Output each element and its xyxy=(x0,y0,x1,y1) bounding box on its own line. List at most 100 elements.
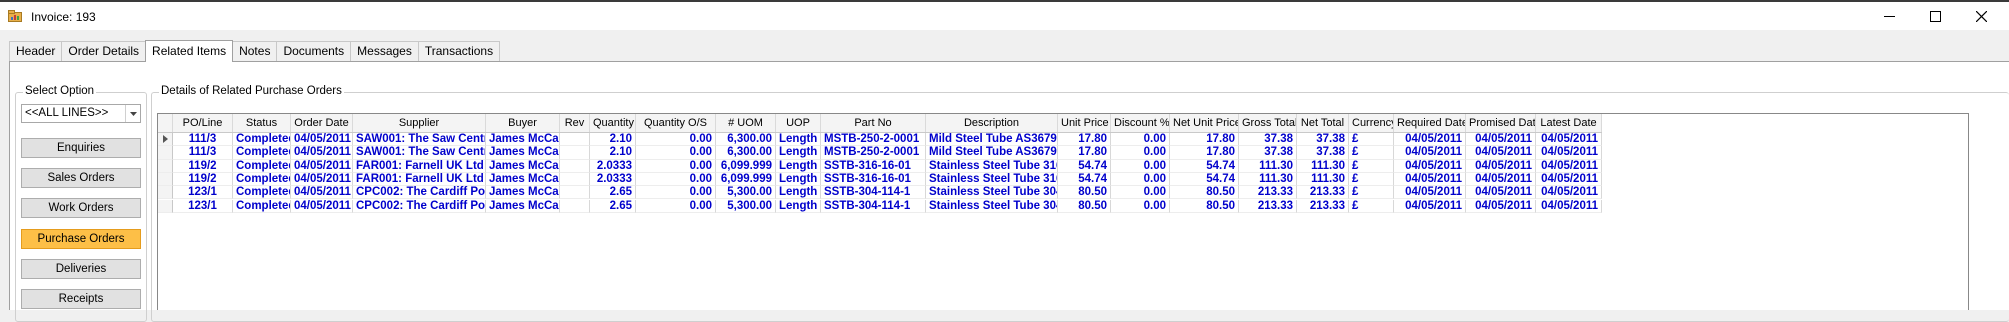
sales-orders-button[interactable]: Sales Orders xyxy=(21,168,141,188)
close-icon xyxy=(1975,10,1987,22)
col-buyer-cell: James McCaig xyxy=(486,159,560,173)
col-uom-count-cell: 5,300.00 xyxy=(716,186,776,200)
col-uop-cell: Length xyxy=(776,133,821,147)
col-unit-price-cell: 80.50 xyxy=(1058,199,1111,213)
minimize-button[interactable] xyxy=(1866,2,1912,30)
purchase-orders-button[interactable]: Purchase Orders xyxy=(21,229,141,249)
col-promised-date-header[interactable]: Promised Date xyxy=(1466,114,1536,132)
col-net-unit-price-cell: 54.74 xyxy=(1170,159,1239,173)
col-status-cell: Completed xyxy=(233,146,291,160)
tab-related-items[interactable]: Related Items xyxy=(145,40,234,62)
col-gross-total-header[interactable]: Gross Total xyxy=(1239,114,1297,132)
row-selector[interactable] xyxy=(158,146,173,160)
row-selector[interactable] xyxy=(158,199,173,213)
work-orders-button[interactable]: Work Orders xyxy=(21,198,141,218)
col-required-date-cell: 04/05/2011 xyxy=(1394,199,1466,213)
col-buyer-cell: James McCaig xyxy=(486,186,560,200)
col-description-cell: Mild Steel Tube AS3679 /... xyxy=(926,146,1058,160)
tab-notes[interactable]: Notes xyxy=(232,41,278,61)
col-discount-cell: 0.00 xyxy=(1111,172,1170,187)
col-quantity-os-cell: 0.00 xyxy=(636,133,716,147)
table-row[interactable]: 119/2 Completed 04/05/2011 FAR001: Farnell … xyxy=(158,172,1602,187)
col-uop-cell: Length xyxy=(776,199,821,213)
col-uop-cell: Length xyxy=(776,159,821,173)
table-row[interactable]: 123/1 Completed 04/05/2011 CPC002: The Card… xyxy=(158,186,1602,200)
col-rev-cell xyxy=(560,146,590,160)
col-status-cell: Completed xyxy=(233,159,291,173)
line-filter-combo[interactable]: <<ALL LINES>> xyxy=(21,104,141,123)
tab-strip: Header Order Details Related Items Notes… xyxy=(9,40,501,62)
col-status-cell: Completed xyxy=(233,199,291,213)
row-selector[interactable] xyxy=(158,172,173,187)
tab-order-details[interactable]: Order Details xyxy=(61,41,147,61)
col-discount-cell: 0.00 xyxy=(1111,159,1170,173)
window-title: Invoice: 193 xyxy=(31,10,96,24)
col-net-total-cell: 111.30 xyxy=(1297,172,1349,187)
col-uom-count-cell: 6,300.00 xyxy=(716,133,776,147)
table-row[interactable]: 123/1 Completed 04/05/2011 CPC002: The Card… xyxy=(158,199,1602,213)
col-net-unit-price-cell: 80.50 xyxy=(1170,186,1239,200)
col-uop-header[interactable]: UOP xyxy=(776,114,821,132)
col-net-unit-price-header[interactable]: Net Unit Price xyxy=(1170,114,1239,132)
col-status-header[interactable]: Status xyxy=(233,114,291,132)
col-quantity-cell: 2.10 xyxy=(590,146,636,160)
col-status-cell: Completed xyxy=(233,133,291,147)
close-button[interactable] xyxy=(1958,2,2004,30)
col-currency-header[interactable]: Currency xyxy=(1349,114,1394,132)
col-unit-price-header[interactable]: Unit Price xyxy=(1058,114,1111,132)
table-row[interactable]: 111/3 Completed 04/05/2011 SAW001: The Saw … xyxy=(158,133,1602,147)
enquiries-button[interactable]: Enquiries xyxy=(21,138,141,158)
col-supplier-cell: FAR001: Farnell UK Ltd xyxy=(353,159,486,173)
tab-messages[interactable]: Messages xyxy=(350,41,419,61)
col-discount-header[interactable]: Discount % xyxy=(1111,114,1170,132)
col-po-line-header[interactable]: PO/Line xyxy=(173,114,233,132)
col-net-total-header[interactable]: Net Total xyxy=(1297,114,1349,132)
col-latest-date-header[interactable]: Latest Date xyxy=(1536,114,1602,132)
col-po-line-cell: 111/3 xyxy=(173,146,233,160)
tab-documents[interactable]: Documents xyxy=(276,41,352,61)
maximize-button[interactable] xyxy=(1912,2,1958,30)
col-net-total-cell: 37.38 xyxy=(1297,146,1349,160)
col-unit-price-cell: 80.50 xyxy=(1058,186,1111,200)
table-row[interactable]: 111/3 Completed 04/05/2011 SAW001: The Saw … xyxy=(158,146,1602,160)
tab-header[interactable]: Header xyxy=(9,41,63,61)
col-latest-date-cell: 04/05/2011 xyxy=(1536,186,1602,200)
col-uop-cell: Length xyxy=(776,172,821,187)
col-supplier-header[interactable]: Supplier xyxy=(353,114,486,132)
col-required-date-cell: 04/05/2011 xyxy=(1394,133,1466,147)
row-selector[interactable] xyxy=(158,133,173,147)
purchase-orders-grid[interactable]: PO/Line Status Order Date Supplier Buyer Rev Q… xyxy=(157,113,1969,310)
col-promised-date-cell: 04/05/2011 xyxy=(1466,146,1536,160)
col-currency-cell: £ xyxy=(1349,146,1394,160)
col-uop-cell: Length xyxy=(776,146,821,160)
col-quantity-header[interactable]: Quantity xyxy=(590,114,636,132)
col-quantity-os-header[interactable]: Quantity O/S xyxy=(636,114,716,132)
maximize-icon xyxy=(1929,10,1941,22)
col-order-date-cell: 04/05/2011 xyxy=(291,133,353,147)
col-net-total-cell: 213.33 xyxy=(1297,186,1349,200)
row-selector[interactable] xyxy=(158,159,173,173)
col-order-date-header[interactable]: Order Date xyxy=(291,114,353,132)
receipts-button[interactable]: Receipts xyxy=(21,289,141,309)
col-order-date-cell: 04/05/2011 xyxy=(291,199,353,213)
col-promised-date-cell: 04/05/2011 xyxy=(1466,199,1536,213)
col-currency-cell: £ xyxy=(1349,159,1394,173)
col-po-line-cell: 119/2 xyxy=(173,172,233,187)
table-row[interactable]: 119/2 Completed 04/05/2011 FAR001: Farnell … xyxy=(158,159,1602,173)
deliveries-button[interactable]: Deliveries xyxy=(21,259,141,279)
chevron-down-icon[interactable] xyxy=(125,105,140,122)
col-description-header[interactable]: Description xyxy=(926,114,1058,132)
col-part-no-cell: SSTB-304-114-1 xyxy=(821,186,926,200)
col-discount-cell: 0.00 xyxy=(1111,146,1170,160)
col-part-no-cell: SSTB-304-114-1 xyxy=(821,199,926,213)
row-selector[interactable] xyxy=(158,186,173,200)
col-part-no-cell: SSTB-316-16-01 xyxy=(821,159,926,173)
col-rev-header[interactable]: Rev xyxy=(560,114,590,132)
tab-transactions[interactable]: Transactions xyxy=(417,41,501,61)
col-uom-count-cell: 6,099.999 xyxy=(716,172,776,187)
col-part-no-header[interactable]: Part No xyxy=(821,114,926,132)
col-net-unit-price-cell: 80.50 xyxy=(1170,199,1239,213)
col-required-date-header[interactable]: Required Date xyxy=(1394,114,1466,132)
col-uom-count-header[interactable]: # UOM xyxy=(716,114,776,132)
col-buyer-header[interactable]: Buyer xyxy=(486,114,560,132)
